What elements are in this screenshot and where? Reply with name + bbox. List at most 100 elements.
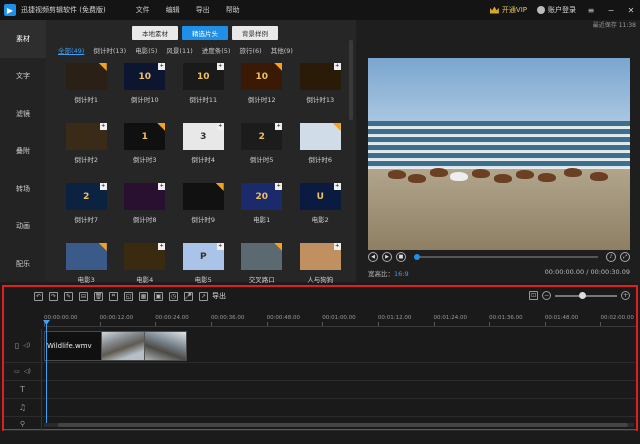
menu-file[interactable]: 文件 xyxy=(128,5,158,15)
media-thumbnail[interactable]: P + xyxy=(182,243,224,270)
media-item[interactable]: 2 + 倒计时7 xyxy=(57,183,116,235)
media-item[interactable]: 20 + 电影1 xyxy=(233,183,292,235)
redo-icon[interactable]: ↷ xyxy=(49,291,58,301)
category-progress[interactable]: 进度条(5) xyxy=(202,45,231,55)
media-item[interactable]: 倒计时9 xyxy=(174,183,233,235)
add-icon[interactable]: + xyxy=(333,183,341,190)
minimize-icon[interactable]: − xyxy=(606,6,616,15)
media-thumbnail[interactable]: + xyxy=(124,243,166,270)
mosaic-icon[interactable]: ▦ xyxy=(139,291,148,301)
edit-icon[interactable]: ✎ xyxy=(64,291,73,301)
resize-icon[interactable]: ◱ xyxy=(124,291,133,301)
media-thumbnail[interactable] xyxy=(182,183,224,210)
timeline-scroll-thumb[interactable] xyxy=(58,423,628,427)
split-icon[interactable]: ⊟ xyxy=(79,291,88,301)
export-icon[interactable]: ↗ xyxy=(199,291,208,301)
nav-item-animation[interactable]: 动画 xyxy=(0,208,46,246)
previous-frame-icon[interactable]: ◀ xyxy=(368,252,378,262)
crop-icon[interactable]: ⌗ xyxy=(109,291,118,301)
media-item[interactable]: 倒计时6 xyxy=(291,123,350,175)
media-thumbnail[interactable]: 1 xyxy=(124,123,166,150)
media-thumbnail[interactable]: 2 + xyxy=(241,123,283,150)
add-icon[interactable]: + xyxy=(275,183,283,190)
media-item[interactable]: 3 + 倒计时4 xyxy=(174,123,233,175)
media-item[interactable]: 倒计时1 xyxy=(57,63,116,115)
media-thumbnail[interactable]: 10 xyxy=(241,63,283,90)
media-item[interactable]: 10 + 倒计时11 xyxy=(174,63,233,115)
media-item[interactable]: + 倒计时13 xyxy=(291,63,350,115)
media-thumbnail[interactable]: + xyxy=(299,243,341,270)
nav-item-material[interactable]: 素材 xyxy=(0,20,46,58)
media-thumbnail[interactable]: 3 + xyxy=(182,123,224,150)
volume-icon[interactable]: ♪ xyxy=(606,252,616,262)
media-thumbnail[interactable] xyxy=(299,123,341,150)
undo-icon[interactable]: ↶ xyxy=(34,291,43,301)
category-countdown[interactable]: 倒计时(13) xyxy=(93,45,126,55)
add-icon[interactable]: + xyxy=(216,63,224,70)
media-item[interactable]: 10 + 倒计时10 xyxy=(116,63,175,115)
time-ruler[interactable]: 00:00:00.00 00:00:12.00 00:00:24.00 00:00:3… xyxy=(44,313,636,327)
category-other[interactable]: 其他(9) xyxy=(271,45,293,55)
media-item[interactable]: 1 倒计时3 xyxy=(116,123,175,175)
play-icon[interactable]: ▶ xyxy=(382,252,392,262)
add-icon[interactable]: + xyxy=(99,183,107,190)
fullscreen-icon[interactable]: ⤢ xyxy=(620,252,630,262)
nav-item-music[interactable]: 配乐 xyxy=(0,245,46,283)
aspect-ratio-value[interactable]: 16:9 xyxy=(394,270,409,278)
image-icon[interactable]: ▣ xyxy=(154,291,163,301)
speed-icon[interactable]: ◷ xyxy=(169,291,178,301)
media-thumbnail[interactable]: + xyxy=(65,123,107,150)
media-thumbnail[interactable]: U + xyxy=(299,183,341,210)
media-thumbnail[interactable]: 2 + xyxy=(65,183,107,210)
media-thumbnail[interactable]: 10 + xyxy=(124,63,166,90)
timeline-scrollbar[interactable] xyxy=(44,423,634,427)
menu-export[interactable]: 导出 xyxy=(188,5,218,15)
media-thumbnail[interactable] xyxy=(65,63,107,90)
zoom-slider[interactable] xyxy=(555,291,617,299)
nav-item-filter[interactable]: 滤镜 xyxy=(0,95,46,133)
media-item[interactable]: 2 + 倒计时5 xyxy=(233,123,292,175)
add-icon[interactable]: + xyxy=(216,243,224,250)
category-movie[interactable]: 电影(5) xyxy=(135,45,157,55)
playhead[interactable] xyxy=(46,323,47,427)
media-item[interactable]: U + 电影2 xyxy=(291,183,350,235)
add-icon[interactable]: + xyxy=(158,183,166,190)
menu-icon[interactable]: ≡ xyxy=(586,6,596,15)
add-icon[interactable]: + xyxy=(216,123,224,130)
add-icon[interactable]: + xyxy=(99,123,107,130)
media-item[interactable]: + 倒计时8 xyxy=(116,183,175,235)
media-item[interactable]: 10 倒计时12 xyxy=(233,63,292,115)
vip-button[interactable]: 开通VIP xyxy=(489,5,527,15)
menu-help[interactable]: 帮助 xyxy=(218,5,248,15)
media-thumbnail[interactable]: 10 + xyxy=(182,63,224,90)
add-icon[interactable]: + xyxy=(333,63,341,70)
aspect-ratio[interactable]: 宽高比：16:9 xyxy=(368,268,409,278)
nav-item-transition[interactable]: 转场 xyxy=(0,170,46,208)
media-thumbnail[interactable] xyxy=(241,243,283,270)
media-thumbnail[interactable]: 20 + xyxy=(241,183,283,210)
tab-background-samples[interactable]: 背景样例 xyxy=(232,26,278,40)
tab-local-material[interactable]: 本地素材 xyxy=(132,26,178,40)
category-travel[interactable]: 旅行(6) xyxy=(239,45,261,55)
add-icon[interactable]: + xyxy=(158,63,166,70)
zoom-knob[interactable] xyxy=(579,291,586,299)
playback-progress[interactable] xyxy=(414,254,598,260)
track-mute-icon[interactable]: ◁) xyxy=(24,368,31,375)
media-item[interactable]: + 倒计时2 xyxy=(57,123,116,175)
account-button[interactable]: 账户登录 xyxy=(537,5,576,15)
track-mute-icon[interactable]: ◁) xyxy=(23,342,30,349)
stop-icon[interactable]: ■ xyxy=(396,252,406,262)
media-thumbnail[interactable] xyxy=(65,243,107,270)
delete-icon[interactable]: 🗑 xyxy=(94,291,103,301)
tab-featured-intros[interactable]: 精选片头 xyxy=(182,26,228,40)
video-clip[interactable]: Wildlife.wmv xyxy=(44,331,187,361)
media-thumbnail[interactable]: + xyxy=(124,183,166,210)
export-button[interactable]: 导出 xyxy=(212,291,226,301)
category-scenery[interactable]: 风景(11) xyxy=(166,45,192,55)
menu-edit[interactable]: 编辑 xyxy=(158,5,188,15)
close-icon[interactable]: ✕ xyxy=(626,6,636,15)
zoom-out-icon[interactable]: − xyxy=(542,291,551,300)
media-thumbnail[interactable]: + xyxy=(299,63,341,90)
category-all[interactable]: 全部(49) xyxy=(58,45,84,55)
add-icon[interactable]: + xyxy=(275,123,283,130)
